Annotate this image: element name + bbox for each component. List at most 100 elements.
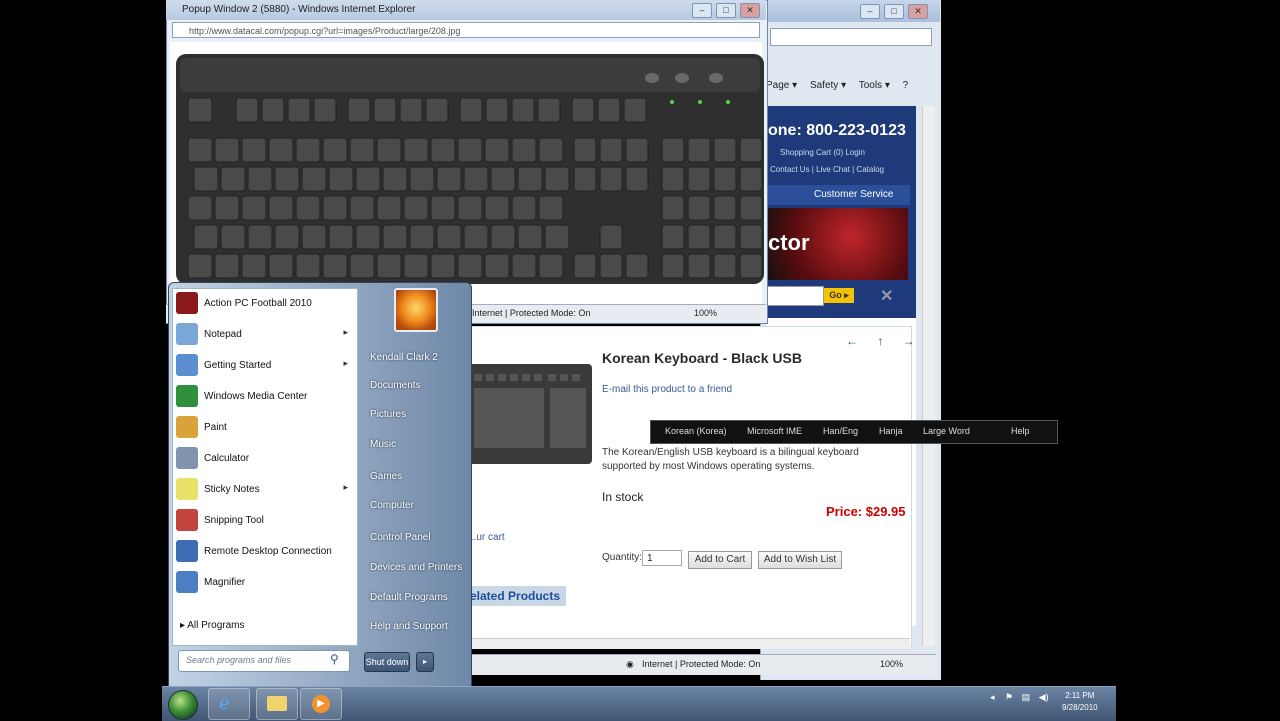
clock[interactable]: 2:11 PM 9/28/2010 — [1062, 690, 1098, 714]
start-menu-program-item[interactable]: Getting Started ▸ — [176, 352, 352, 380]
submenu-arrow-icon[interactable]: ▸ — [343, 482, 348, 493]
lang-han-eng[interactable]: Han/Eng — [823, 426, 858, 436]
product-image[interactable] — [468, 360, 592, 468]
tools-menu[interactable]: Tools ▾ — [859, 80, 890, 91]
taskbar-explorer-button[interactable] — [256, 688, 298, 720]
shutdown-options-button[interactable]: ▸ — [416, 652, 434, 672]
taskbar-ie-button[interactable]: ℯ — [208, 688, 250, 720]
volume-icon[interactable]: ◀) — [1039, 692, 1049, 702]
keyboard-key — [457, 137, 483, 163]
quantity-input[interactable]: 1 — [642, 550, 682, 566]
site-search-input[interactable] — [766, 286, 824, 306]
start-menu-right-item[interactable]: Control Panel — [370, 532, 431, 543]
add-to-wishlist-button[interactable]: Add to Wish List — [758, 551, 842, 569]
search-icon[interactable]: ⚲ — [330, 652, 339, 666]
program-label: Magnifier — [204, 577, 246, 588]
start-menu-right-item[interactable]: Music — [370, 439, 396, 450]
email-friend-link[interactable]: E-mail this product to a friend — [602, 384, 732, 395]
browser-titlebar: – □ ✕ — [760, 0, 940, 22]
popup-address-bar[interactable]: http://www.datacal.com/popup.cgi?url=ima… — [172, 22, 760, 38]
keyboard-key — [625, 166, 649, 192]
keyboard-key — [349, 253, 375, 279]
keyboard-key — [713, 166, 737, 192]
address-bar[interactable] — [770, 28, 932, 46]
header-links[interactable]: Shopping Cart (0) Login — [780, 148, 865, 157]
page-menu[interactable]: Page ▾ — [766, 80, 797, 91]
keyboard-key — [571, 97, 595, 123]
product-nav-arrows[interactable]: ← ↑ → — [846, 334, 923, 348]
keyboard-key — [661, 166, 685, 192]
add-to-cart-button[interactable]: Add to Cart — [688, 551, 752, 569]
popup-close-button[interactable]: ✕ — [740, 3, 760, 18]
keyboard-key — [457, 253, 483, 279]
keyboard-key — [355, 166, 381, 192]
start-menu-program-item[interactable]: Windows Media Center — [176, 383, 352, 411]
flag-icon[interactable]: ⚑ — [1005, 692, 1013, 702]
start-menu-right-item[interactable]: Default Programs — [370, 592, 448, 603]
keyboard-key — [301, 166, 327, 192]
popup-maximize-button[interactable]: □ — [716, 3, 736, 18]
maximize-button[interactable]: □ — [884, 4, 904, 19]
minimize-button[interactable]: – — [860, 4, 880, 19]
start-menu-right-item[interactable]: Computer — [370, 500, 414, 511]
start-menu-right-item[interactable]: Help and Support — [370, 621, 448, 632]
media-player-icon: ▶ — [312, 695, 330, 713]
keyboard-key — [403, 195, 429, 221]
submenu-arrow-icon[interactable]: ▸ — [343, 327, 348, 338]
scrollbar[interactable] — [922, 106, 935, 646]
tray-arrow-icon[interactable]: ◂ — [990, 692, 995, 702]
product-price: Price: $29.95 — [826, 504, 906, 519]
start-button[interactable] — [168, 690, 198, 720]
keyboard-key — [268, 137, 294, 163]
popup-zoom-level[interactable]: 100% — [694, 308, 717, 318]
start-menu-right-item[interactable]: Games — [370, 471, 402, 482]
cart-link[interactable]: ...ur cart — [468, 532, 505, 543]
start-menu-right-item[interactable]: Documents — [370, 380, 421, 391]
keyboard-key — [241, 137, 267, 163]
safety-menu[interactable]: Safety ▾ — [810, 80, 846, 91]
keyboard-key — [214, 195, 240, 221]
horizontal-scrollbar[interactable] — [466, 638, 910, 649]
program-label: Getting Started — [204, 360, 272, 371]
start-menu-program-item[interactable]: Magnifier — [176, 569, 352, 597]
go-button[interactable]: Go ▸ — [824, 288, 854, 303]
start-menu-program-item[interactable]: Sticky Notes ▸ — [176, 476, 352, 504]
all-programs-link[interactable]: ▸ All Programs — [180, 620, 244, 631]
start-menu-program-item[interactable]: Notepad ▸ — [176, 321, 352, 349]
keyboard-key — [623, 97, 647, 123]
program-icon — [176, 540, 198, 562]
keyboard-key — [599, 137, 623, 163]
start-menu-right-item[interactable]: Pictures — [370, 409, 406, 420]
keyboard-key — [295, 253, 321, 279]
keyboard-key — [214, 137, 240, 163]
network-icon[interactable]: ▤ — [1022, 692, 1031, 702]
lang-hanja[interactable]: Hanja — [879, 426, 903, 436]
lang-help[interactable]: Help — [1011, 426, 1030, 436]
start-menu-program-item[interactable]: Action PC Football 2010 — [176, 290, 352, 318]
nav-customer-service[interactable]: Customer Service — [814, 189, 893, 200]
start-menu-program-item[interactable]: Snipping Tool — [176, 507, 352, 535]
keyboard-key — [739, 166, 763, 192]
start-menu-program-item[interactable]: Remote Desktop Connection — [176, 538, 352, 566]
header-links-secondary[interactable]: Contact Us | Live Chat | Catalog — [770, 165, 884, 174]
help-icon[interactable]: ? — [903, 80, 909, 91]
start-menu-program-item[interactable]: Calculator — [176, 445, 352, 473]
keyboard-key — [538, 253, 564, 279]
tab-related-products[interactable]: elated Products — [466, 586, 566, 606]
lang-korean[interactable]: Korean (Korea) — [665, 426, 727, 436]
lang-ime[interactable]: Microsoft IME — [747, 426, 802, 436]
start-menu-program-item[interactable]: Paint — [176, 414, 352, 442]
lang-large-word[interactable]: Large Word — [923, 426, 970, 436]
popup-minimize-button[interactable]: – — [692, 3, 712, 18]
zoom-level[interactable]: 100% — [880, 659, 903, 669]
keyboard-key — [409, 166, 435, 192]
user-picture[interactable] — [394, 288, 438, 332]
taskbar-media-player-button[interactable]: ▶ — [300, 688, 342, 720]
start-menu-right-item[interactable]: Devices and Printers — [370, 562, 462, 573]
keyboard-key — [597, 97, 621, 123]
close-button[interactable]: ✕ — [908, 4, 928, 19]
submenu-arrow-icon[interactable]: ▸ — [343, 358, 348, 369]
shutdown-button[interactable]: Shut down — [364, 652, 410, 672]
keyboard-key — [382, 166, 408, 192]
start-menu-right-item[interactable]: Kendall Clark 2 — [370, 352, 438, 363]
